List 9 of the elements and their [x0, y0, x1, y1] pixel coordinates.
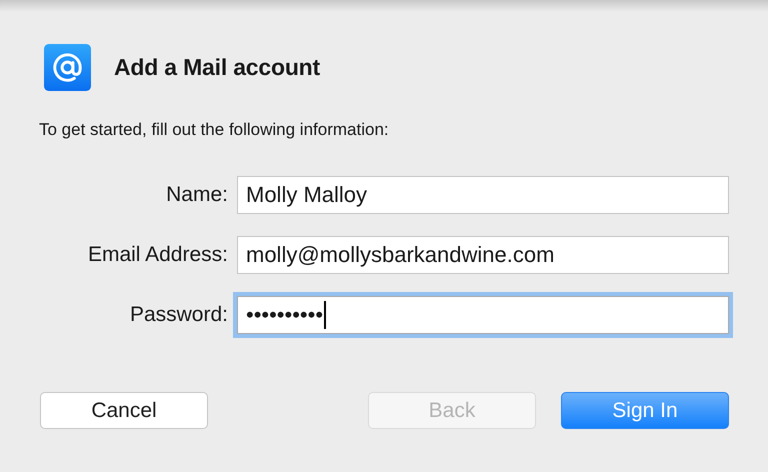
field-label: Email Address:: [86, 243, 228, 267]
dialog-title: Add a Mail account: [114, 54, 320, 81]
cancel-button[interactable]: Cancel: [40, 392, 208, 429]
input-field[interactable]: Molly Malloy: [237, 176, 729, 214]
at-sign-icon: [44, 44, 91, 91]
field-label: Name:: [165, 183, 228, 207]
input-field[interactable]: molly@mollysbarkandwine.com: [237, 236, 729, 274]
field-label: Password:: [128, 303, 228, 327]
instructions-text: To get started, fill out the following information:: [39, 120, 390, 140]
